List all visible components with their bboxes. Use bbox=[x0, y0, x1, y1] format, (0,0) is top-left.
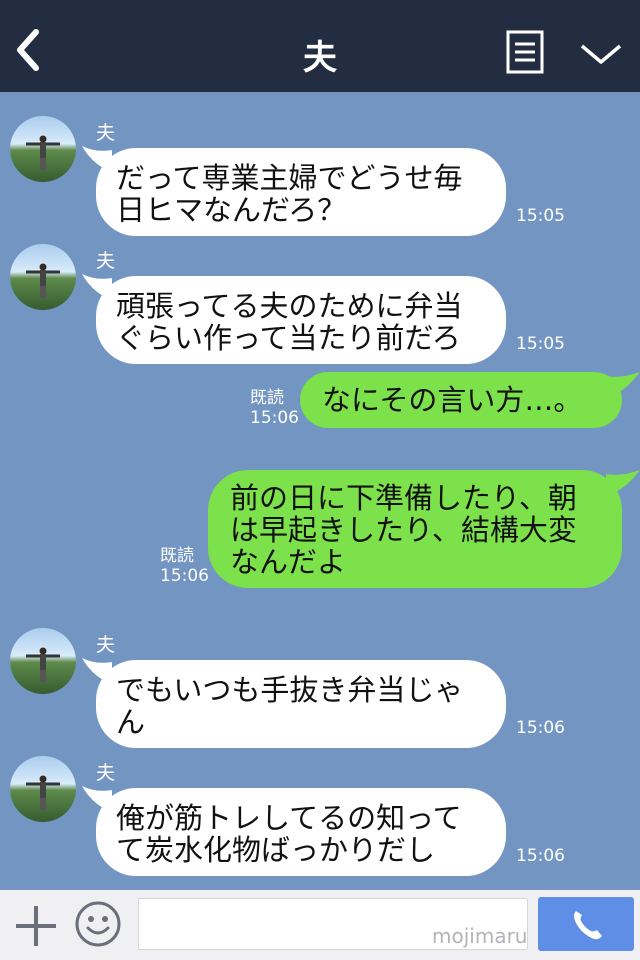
add-button[interactable] bbox=[14, 904, 58, 948]
message-bubble-incoming: 頑張ってる夫のために弁当 ぐらい作って当たり前だろ bbox=[96, 276, 506, 364]
avatar[interactable] bbox=[10, 756, 76, 822]
message-time: 15:06 bbox=[516, 718, 565, 738]
read-label: 既読 bbox=[160, 546, 194, 566]
message-time: 15:06 bbox=[160, 566, 209, 586]
collapse-button[interactable] bbox=[578, 38, 624, 68]
message-bubble-outgoing: なにその言い方…。 bbox=[300, 372, 622, 428]
watermark: mojimaru bbox=[432, 924, 528, 948]
chevron-down-icon bbox=[580, 44, 622, 64]
avatar[interactable] bbox=[10, 628, 76, 694]
message-time: 15:06 bbox=[516, 846, 565, 866]
message-time: 15:05 bbox=[516, 334, 565, 354]
sender-name: 夫 bbox=[96, 634, 116, 656]
person-photo-icon bbox=[26, 775, 60, 810]
read-label: 既読 bbox=[250, 388, 284, 408]
avatar[interactable] bbox=[10, 116, 76, 182]
notes-icon bbox=[506, 30, 544, 74]
message-time: 15:05 bbox=[516, 206, 565, 226]
message-bubble-incoming: でもいつも手抜き弁当じゃ ん bbox=[96, 660, 506, 748]
person-photo-icon bbox=[26, 647, 60, 682]
read-receipt: 既読 15:06 bbox=[160, 546, 209, 586]
phone-icon bbox=[574, 911, 602, 940]
message-bubble-incoming: だって専業主婦でどうせ毎 日ヒマなんだろ？ bbox=[96, 148, 506, 236]
notes-button[interactable] bbox=[506, 30, 544, 74]
read-receipt: 既読 15:06 bbox=[250, 388, 299, 428]
sender-name: 夫 bbox=[96, 250, 116, 272]
person-photo-icon bbox=[26, 263, 60, 298]
chat-header: 夫 bbox=[0, 0, 640, 92]
sender-name: 夫 bbox=[96, 122, 116, 144]
avatar[interactable] bbox=[10, 244, 76, 310]
chat-title: 夫 bbox=[303, 38, 337, 78]
call-button[interactable] bbox=[538, 897, 634, 951]
sender-name: 夫 bbox=[96, 762, 116, 784]
emoji-button[interactable] bbox=[74, 900, 122, 948]
person-photo-icon bbox=[26, 135, 60, 170]
smiley-icon bbox=[75, 901, 121, 947]
message-time: 15:06 bbox=[250, 408, 299, 428]
message-bubble-outgoing: 前の日に下準備したり、朝 は早起きしたり、結構大変 なんだよ bbox=[208, 470, 622, 588]
message-bubble-incoming: 俺が筋トレしてるの知って て炭水化物ばっかりだし bbox=[96, 788, 506, 876]
plus-icon bbox=[16, 906, 56, 946]
